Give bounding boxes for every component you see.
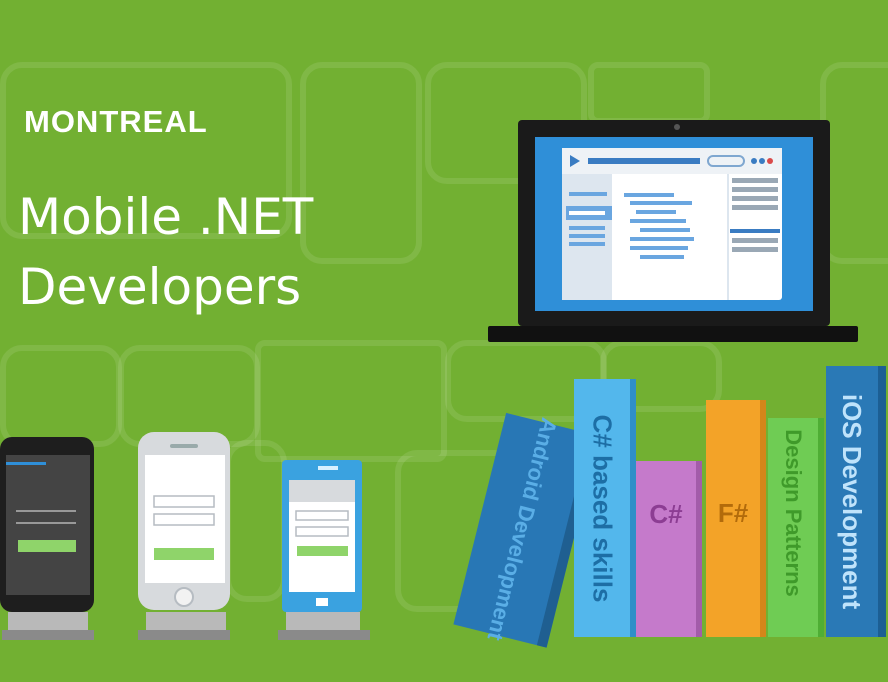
book-ios: iOS Development: [826, 366, 886, 637]
laptop-base: [488, 326, 858, 342]
banner: MONTREAL Mobile .NET Developers Android …: [0, 0, 888, 682]
laptop-illustration: [488, 120, 858, 342]
book-fsharp: F#: [706, 400, 766, 637]
book-csharp-skills: C# based skills: [574, 379, 636, 637]
book-label-fsharp: F#: [717, 498, 749, 528]
phone-dark-illustration: [0, 437, 94, 640]
book-design-patterns: Design Patterns: [768, 418, 824, 637]
book-csharp: C#: [636, 461, 702, 637]
laptop-camera: [674, 124, 680, 130]
book-label-csharp: C#: [649, 498, 683, 529]
book-label-csharp-skills: C# based skills: [587, 414, 618, 602]
book-label-ios: iOS Development: [837, 393, 868, 610]
book-label-design-patterns: Design Patterns: [781, 428, 806, 597]
phone-blue-illustration: [278, 460, 370, 640]
phone-white-illustration: [138, 432, 230, 640]
